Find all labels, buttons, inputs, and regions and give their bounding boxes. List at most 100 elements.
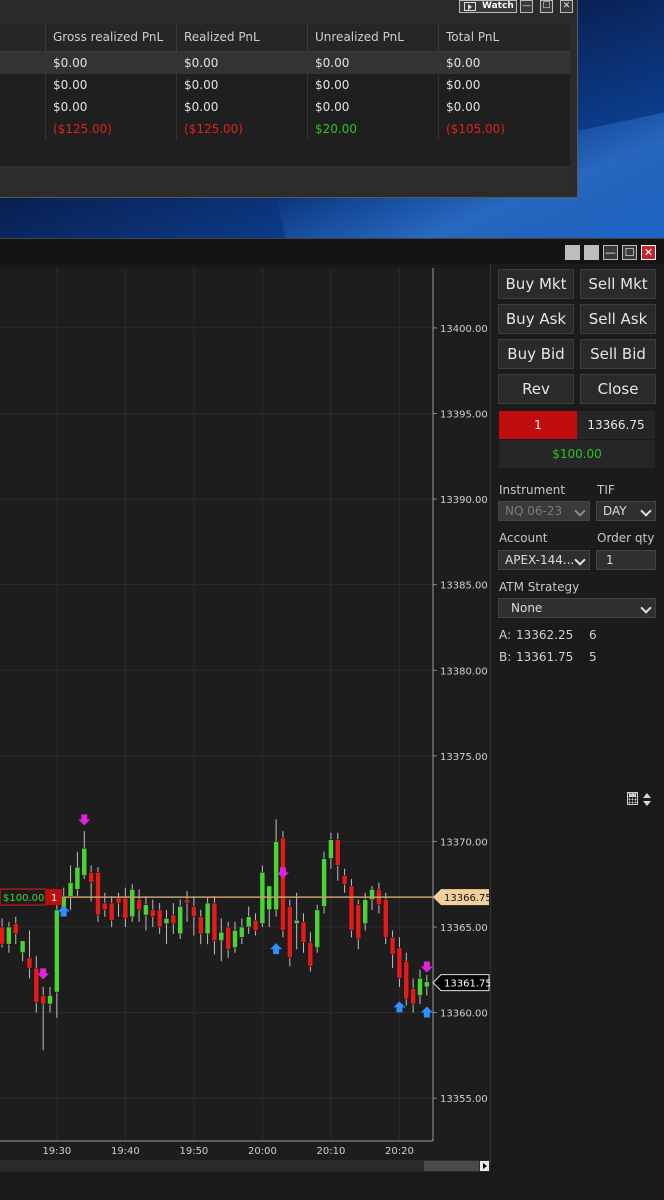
candle-body bbox=[245, 916, 252, 928]
cell-realized: $0.00 bbox=[176, 52, 307, 74]
x-tick-label: 19:40 bbox=[111, 1146, 140, 1157]
candle-body bbox=[300, 921, 307, 943]
spin-up-icon[interactable] bbox=[643, 793, 651, 798]
cell-unrealized: $20.00 bbox=[307, 118, 438, 140]
order-qty-value: 1 bbox=[606, 553, 614, 567]
candle-body bbox=[328, 839, 334, 859]
account-label: Account bbox=[499, 531, 548, 545]
pnl-grid-header: Gross realized PnL Realized PnL Unrealiz… bbox=[0, 24, 570, 52]
buy-market-button[interactable]: Buy Mkt bbox=[498, 269, 574, 299]
pnl-grid: Gross realized PnL Realized PnL Unrealiz… bbox=[0, 24, 570, 166]
instrument-label: Instrument bbox=[499, 483, 566, 497]
candle-body bbox=[0, 926, 5, 945]
candle-body bbox=[13, 923, 19, 935]
close-icon[interactable]: ✕ bbox=[641, 245, 656, 260]
candle-body bbox=[355, 904, 362, 940]
y-tick-label: 13370.00 bbox=[440, 837, 488, 848]
scrollbar-thumb[interactable] bbox=[424, 1161, 479, 1171]
table-row[interactable]: $0.00 $0.00 $0.00 $0.00 bbox=[0, 74, 570, 96]
position-price-label: 13366.75 bbox=[444, 893, 490, 904]
watch-button[interactable]: Watch bbox=[459, 0, 517, 13]
cell-gross-realized: $0.00 bbox=[45, 52, 176, 74]
pnl-window-titlebar: Watch — ☐ ✕ bbox=[0, 0, 577, 14]
candle-body bbox=[424, 981, 430, 988]
candle-body bbox=[403, 961, 410, 1000]
cell-realized: ($125.00) bbox=[176, 118, 307, 140]
scroll-right-icon[interactable] bbox=[480, 1161, 489, 1171]
candle-body bbox=[273, 841, 279, 911]
sell-bid-button[interactable]: Sell Bid bbox=[580, 339, 656, 369]
buy-bid-button[interactable]: Buy Bid bbox=[498, 339, 574, 369]
maximize-icon[interactable]: ☐ bbox=[540, 0, 553, 13]
candle-body bbox=[225, 926, 231, 950]
y-tick-label: 13385.00 bbox=[440, 581, 488, 592]
table-row[interactable]: $0.00 $0.00 $0.00 $0.00 bbox=[0, 96, 570, 118]
calculator-icon[interactable] bbox=[627, 792, 638, 805]
chevron-down-icon bbox=[640, 602, 652, 614]
atm-strategy-select[interactable]: None bbox=[498, 598, 656, 618]
x-tick-label: 19:30 bbox=[42, 1146, 71, 1157]
position-avg-price: 13366.75 bbox=[577, 411, 655, 439]
instrument-select[interactable]: NQ 06-23 bbox=[498, 501, 590, 521]
candle-body bbox=[417, 978, 423, 996]
sell-ask-button[interactable]: Sell Ask bbox=[580, 304, 656, 334]
cell-unrealized: $0.00 bbox=[307, 74, 438, 96]
pnl-window-footer bbox=[0, 166, 570, 190]
order-qty-stepper[interactable]: 1 bbox=[596, 550, 656, 570]
candle-body bbox=[211, 902, 218, 941]
cell-realized: $0.00 bbox=[176, 74, 307, 96]
column-header-total[interactable]: Total PnL bbox=[438, 24, 570, 51]
atm-strategy-label: ATM Strategy bbox=[499, 580, 580, 594]
candle-body bbox=[184, 899, 190, 904]
candle-body bbox=[95, 872, 101, 916]
account-value: APEX-144... bbox=[505, 553, 575, 567]
window-option-icon[interactable] bbox=[584, 245, 599, 260]
chart-canvas[interactable]: 13355.00 13360.00 13365.00 13370.00 13375.00… bbox=[0, 268, 490, 1160]
minimize-icon[interactable]: — bbox=[603, 245, 618, 260]
tif-label: TIF bbox=[597, 483, 615, 497]
atm-strategy-value: None bbox=[511, 601, 543, 615]
column-header-realized[interactable]: Realized PnL bbox=[176, 24, 307, 51]
sell-market-button[interactable]: Sell Mkt bbox=[580, 269, 656, 299]
candle-body bbox=[280, 837, 286, 931]
price-chart[interactable]: 13355.00 13360.00 13365.00 13370.00 13375.00… bbox=[0, 268, 490, 1160]
position-pnl-label: $100.00 bbox=[3, 893, 44, 904]
candle-body bbox=[204, 902, 211, 935]
watch-label: Watch bbox=[482, 1, 514, 11]
candle-body bbox=[74, 866, 81, 890]
cell-gross-realized: ($125.00) bbox=[45, 118, 176, 140]
candle-body bbox=[293, 919, 300, 924]
y-tick-label: 13390.00 bbox=[440, 495, 488, 506]
account-select[interactable]: APEX-144... bbox=[498, 550, 590, 570]
candle-body bbox=[156, 909, 163, 928]
reverse-button[interactable]: Rev bbox=[498, 374, 574, 404]
minimize-icon[interactable]: — bbox=[520, 0, 533, 13]
candle-body bbox=[348, 885, 355, 931]
bid-label: B: bbox=[499, 650, 512, 664]
buy-ask-button[interactable]: Buy Ask bbox=[498, 304, 574, 334]
chart-horizontal-scrollbar[interactable] bbox=[0, 1160, 490, 1172]
column-header-gross-realized[interactable]: Gross realized PnL bbox=[45, 24, 176, 51]
chevron-down-icon bbox=[574, 505, 586, 517]
close-position-button[interactable]: Close bbox=[580, 374, 656, 404]
column-header-account[interactable] bbox=[0, 24, 45, 51]
plot-area bbox=[0, 268, 433, 1141]
candle-body bbox=[218, 931, 225, 941]
chart-window-titlebar[interactable]: — ☐ ✕ bbox=[0, 238, 664, 265]
table-row[interactable]: $0.00 $0.00 $0.00 $0.00 bbox=[0, 52, 570, 74]
candle-body bbox=[335, 839, 341, 866]
candle-body bbox=[47, 995, 53, 1005]
cell-total: $0.00 bbox=[438, 96, 570, 118]
cell-gross-realized: $0.00 bbox=[45, 96, 176, 118]
tif-select[interactable]: DAY bbox=[596, 501, 656, 521]
x-tick-label: 20:20 bbox=[385, 1146, 414, 1157]
maximize-icon[interactable]: ☐ bbox=[622, 245, 637, 260]
column-header-unrealized[interactable]: Unrealized PnL bbox=[307, 24, 438, 51]
close-icon[interactable]: ✕ bbox=[560, 0, 573, 13]
ask-size: 6 bbox=[589, 628, 597, 642]
window-option-icon[interactable] bbox=[565, 245, 580, 260]
candle-body bbox=[396, 947, 403, 979]
candle-body bbox=[88, 872, 94, 883]
table-row[interactable]: ($125.00) ($125.00) $20.00 ($105.00) bbox=[0, 118, 570, 140]
spin-down-icon[interactable] bbox=[643, 801, 651, 806]
